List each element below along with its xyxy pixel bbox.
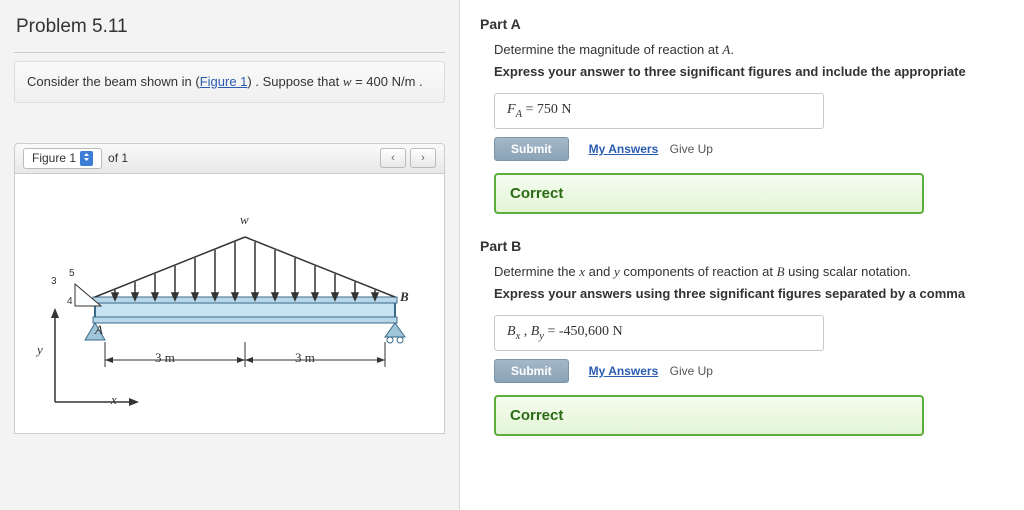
beam-diagram (25, 192, 445, 422)
part-b-ans-b2: B (531, 324, 540, 339)
problem-title: Problem 5.11 (14, 10, 445, 53)
statement-prefix: Consider the beam shown in ( (27, 74, 200, 89)
part-b-var: B (777, 264, 785, 279)
figure-tick4: 4 (67, 296, 73, 307)
part-b-p1: Determine the (494, 264, 579, 279)
part-b-ans-val: -450,600 N (559, 324, 623, 339)
figure-dim2: 3 m (295, 350, 315, 366)
part-a-ans-val: 750 N (537, 102, 572, 117)
statement-suffix: ) . Suppose that (247, 74, 342, 89)
part-b-ans-b1: B (507, 324, 516, 339)
part-a-ans-eq: = (522, 102, 537, 117)
part-a-prompt-suffix: . (730, 42, 734, 57)
part-b-p3: using scalar notation. (785, 264, 911, 279)
part-b-p2: components of reaction at (620, 264, 777, 279)
figure-next-button[interactable]: › (410, 148, 436, 168)
part-b-instruct: Express your answers using three signifi… (494, 286, 1024, 301)
figure-label-w: w (240, 212, 249, 228)
part-a-prompt-prefix: Determine the magnitude of reaction at (494, 42, 722, 57)
figure-label-B: B (400, 289, 409, 305)
left-panel: Problem 5.11 Consider the beam shown in … (0, 0, 460, 510)
figure-label-A: A (95, 322, 103, 338)
figure-of-text: of 1 (108, 151, 128, 165)
figure-link[interactable]: Figure 1 (200, 74, 248, 89)
part-b-button-row: Submit My Answers Give Up (494, 359, 1024, 383)
figure-dim1: 3 m (155, 350, 175, 366)
part-a-links: My Answers Give Up (589, 142, 713, 156)
part-b-title: Part B (480, 238, 1024, 254)
given-eq: = 400 N/m . (351, 74, 422, 89)
figure-nav: ‹ › (380, 148, 436, 168)
figure-prev-button[interactable]: ‹ (380, 148, 406, 168)
figure-toolbar: Figure 1 of 1 ‹ › (14, 143, 445, 174)
part-a-feedback: Correct (494, 173, 924, 214)
part-b-submit-button[interactable]: Submit (494, 359, 569, 383)
figure-tick3: 3 (51, 276, 57, 287)
part-b-giveup-link[interactable]: Give Up (670, 364, 713, 378)
part-b-answer-box[interactable]: Bx , By = -450,600 N (494, 315, 824, 351)
part-a-ans-lhs: F (507, 102, 516, 117)
part-b-ans-comma: , (520, 324, 531, 339)
figure-canvas: w B A y x 3 m 3 m 3 4 5 (14, 174, 445, 434)
part-b-myanswers-link[interactable]: My Answers (589, 364, 659, 378)
part-b-ans-eq: = (544, 324, 559, 339)
part-a-giveup-link[interactable]: Give Up (670, 142, 713, 156)
problem-statement: Consider the beam shown in (Figure 1) . … (14, 61, 445, 103)
part-b-and: and (585, 264, 614, 279)
part-a-myanswers-link[interactable]: My Answers (589, 142, 659, 156)
figure-label-y: y (37, 342, 43, 358)
part-a-button-row: Submit My Answers Give Up (494, 137, 1024, 161)
part-a-title: Part A (480, 16, 1024, 32)
part-b-links: My Answers Give Up (589, 364, 713, 378)
figure-tick5: 5 (69, 268, 75, 279)
part-a-submit-button[interactable]: Submit (494, 137, 569, 161)
part-a-prompt: Determine the magnitude of reaction at A… (494, 42, 1024, 58)
figure-tab-label: Figure 1 (32, 151, 76, 165)
figure-stepper-icon[interactable] (80, 151, 93, 166)
figure-label-x: x (111, 392, 117, 408)
part-b-prompt: Determine the x and y components of reac… (494, 264, 1024, 280)
part-a-instruct: Express your answer to three significant… (494, 64, 1024, 79)
part-b-feedback: Correct (494, 395, 924, 436)
part-a-answer-box[interactable]: FA = 750 N (494, 93, 824, 129)
figure-tab[interactable]: Figure 1 (23, 148, 102, 169)
right-panel: Part A Determine the magnitude of reacti… (460, 0, 1024, 510)
